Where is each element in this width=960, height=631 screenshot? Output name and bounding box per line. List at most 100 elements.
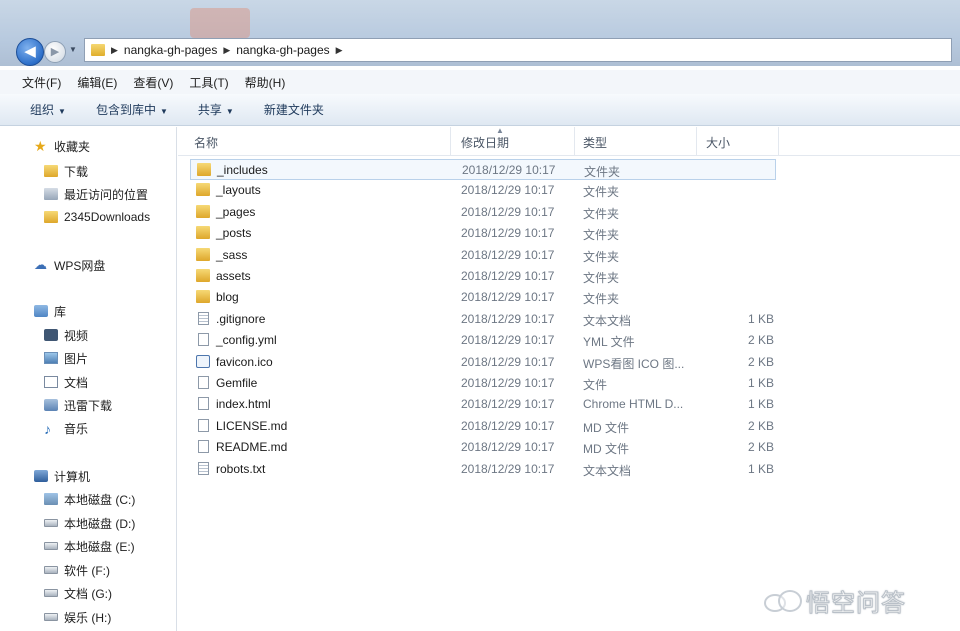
file-row[interactable]: index.html 2018/12/29 10:17 Chrome HTML D.… [190, 394, 776, 415]
file-date: 2018/12/29 10:17 [462, 163, 556, 177]
file-row[interactable]: README.md 2018/12/29 10:17 MD 文件 2 KB [190, 437, 776, 458]
column-header: 名称 ▲ 修改日期 类型 大小 [178, 126, 960, 156]
file-name: .gitignore [216, 311, 266, 326]
nav-item-drive-h[interactable]: 娱乐 (H:) [44, 607, 111, 627]
file-row[interactable]: _posts 2018/12/29 10:17 文件夹 [190, 223, 776, 244]
nav-item-drive-c[interactable]: 本地磁盘 (C:) [44, 489, 135, 509]
file-name: index.html [216, 397, 271, 412]
file-date: 2018/12/29 10:17 [461, 290, 555, 305]
nav-label: 图片 [64, 351, 89, 366]
nav-item-xunlei-downloads[interactable]: 迅雷下载 [44, 395, 112, 415]
breadcrumb-separator-icon[interactable]: ▶ [223, 45, 230, 56]
forward-button[interactable]: ▶ [44, 41, 66, 63]
nav-item-music[interactable]: ♪ 音乐 [44, 418, 88, 438]
file-date: 2018/12/29 10:17 [461, 354, 555, 369]
nav-item-drive-g[interactable]: 文档 (G:) [44, 583, 112, 603]
nav-item-drive-e[interactable]: 本地磁盘 (E:) [44, 536, 135, 556]
include-in-library-button[interactable]: 包含到库中 ▼ [96, 101, 168, 118]
file-row[interactable]: _config.yml 2018/12/29 10:17 YML 文件 2 KB [190, 330, 776, 351]
file-type: 文件夹 [583, 271, 620, 285]
nav-item-drive-f[interactable]: 软件 (F:) [44, 560, 110, 580]
download-folder-icon [44, 165, 58, 177]
menu-view[interactable]: 查看(V) [133, 74, 173, 91]
file-row[interactable]: _layouts 2018/12/29 10:17 文件夹 [190, 180, 776, 201]
nav-libraries[interactable]: 库 [34, 301, 66, 321]
share-button[interactable]: 共享 ▼ [198, 101, 234, 118]
file-name: _includes [217, 163, 268, 177]
breadcrumb-separator-icon[interactable]: ▶ [336, 45, 343, 56]
nav-computer[interactable]: 计算机 [34, 466, 90, 486]
folder-icon [197, 163, 211, 176]
column-divider[interactable] [696, 127, 697, 155]
file-type: YML 文件 [583, 335, 635, 350]
arrow-left-icon: ◀ [24, 43, 36, 60]
menu-file[interactable]: 文件(F) [22, 74, 61, 91]
recent-pages-dropdown[interactable]: ▼ [69, 45, 77, 54]
chevron-down-icon: ▼ [225, 107, 234, 116]
file-type: 文件夹 [583, 206, 620, 221]
library-icon [34, 305, 48, 317]
command-bar: 组织 ▼ 包含到库中 ▼ 共享 ▼ 新建文件夹 [0, 94, 960, 126]
file-row[interactable]: .gitignore 2018/12/29 10:17 文本文档 1 KB [190, 309, 776, 330]
folder-icon [44, 211, 58, 223]
nav-item-videos[interactable]: 视频 [44, 325, 88, 345]
file-icon [198, 376, 209, 389]
video-icon [44, 329, 58, 341]
address-bar[interactable]: ▶ nangka-gh-pages ▶ nangka-gh-pages ▶ [84, 38, 952, 62]
menu-tools[interactable]: 工具(T) [189, 74, 228, 91]
nav-item-pictures[interactable]: 图片 [44, 348, 88, 368]
file-size: 2 KB [747, 354, 774, 369]
nav-item-downloads[interactable]: 下载 [44, 161, 88, 181]
column-divider[interactable] [778, 127, 779, 155]
file-name: blog [216, 290, 239, 305]
nav-item-drive-d[interactable]: 本地磁盘 (D:) [44, 513, 135, 533]
file-row[interactable]: favicon.ico 2018/12/29 10:17 WPS看图 ICO 图..… [190, 352, 776, 373]
menu-help[interactable]: 帮助(H) [245, 74, 286, 91]
new-folder-button[interactable]: 新建文件夹 [264, 101, 324, 118]
file-row[interactable]: LICENSE.md 2018/12/29 10:17 MD 文件 2 KB [190, 416, 776, 437]
file-type: 文件夹 [583, 249, 620, 264]
back-button[interactable]: ◀ [16, 38, 44, 66]
drive-icon [44, 566, 58, 574]
document-icon [44, 376, 58, 388]
file-date: 2018/12/29 10:17 [461, 397, 555, 412]
file-row[interactable]: blog 2018/12/29 10:17 文件夹 [190, 287, 776, 308]
column-name-header[interactable]: 名称 [194, 134, 218, 151]
folder-icon [196, 183, 210, 197]
file-date: 2018/12/29 10:17 [461, 418, 555, 433]
nav-label: 视频 [64, 328, 89, 343]
file-row[interactable]: _includes 2018/12/29 10:17 文件夹 [190, 159, 776, 180]
file-row[interactable]: _pages 2018/12/29 10:17 文件夹 [190, 202, 776, 223]
file-row[interactable]: _sass 2018/12/29 10:17 文件夹 [190, 245, 776, 266]
nav-label: 2345Downloads [64, 210, 151, 224]
file-type: 文本文档 [583, 463, 632, 478]
file-type: 文件夹 [583, 292, 620, 307]
organize-button[interactable]: 组织 ▼ [30, 101, 66, 118]
breadcrumb-item[interactable]: nangka-gh-pages [124, 43, 217, 57]
breadcrumb-item[interactable]: nangka-gh-pages [236, 43, 329, 57]
file-row[interactable]: assets 2018/12/29 10:17 文件夹 [190, 266, 776, 287]
file-date: 2018/12/29 10:17 [461, 226, 555, 241]
nav-label: 软件 (F:) [64, 563, 110, 578]
file-row[interactable]: Gemfile 2018/12/29 10:17 文件 1 KB [190, 373, 776, 394]
file-type: WPS看图 ICO 图... [583, 356, 685, 371]
nav-label: 文档 (G:) [64, 586, 112, 601]
file-size: 2 KB [747, 333, 774, 348]
nav-favorites[interactable]: ★ 收藏夹 [34, 136, 90, 156]
nav-item-recent-places[interactable]: 最近访问的位置 [44, 184, 148, 204]
file-row[interactable]: robots.txt 2018/12/29 10:17 文本文档 1 KB [190, 459, 776, 480]
nav-wps-cloud[interactable]: ☁ WPS网盘 [34, 255, 105, 275]
file-size: 1 KB [747, 397, 774, 412]
column-divider[interactable] [450, 127, 451, 155]
column-type-header[interactable]: 类型 [583, 134, 607, 151]
column-size-header[interactable]: 大小 [706, 134, 730, 151]
music-icon: ♪ [44, 421, 51, 437]
column-date-header[interactable]: 修改日期 [461, 134, 509, 151]
nav-item-documents[interactable]: 文档 [44, 372, 88, 392]
breadcrumb-separator-icon[interactable]: ▶ [111, 45, 118, 56]
nav-item-2345downloads[interactable]: 2345Downloads [44, 207, 150, 227]
menu-edit[interactable]: 编辑(E) [77, 74, 117, 91]
file-type: MD 文件 [583, 442, 629, 457]
file-type: Chrome HTML D... [583, 397, 684, 412]
column-divider[interactable] [574, 127, 575, 155]
